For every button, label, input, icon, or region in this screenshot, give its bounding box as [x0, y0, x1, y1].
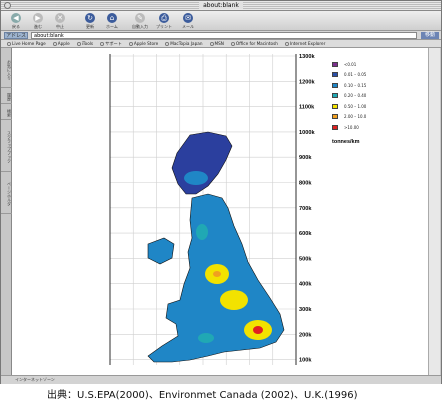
legend-item: 0.50 – 1.00 — [332, 101, 422, 112]
y-axis-label: 600k — [299, 231, 312, 237]
autofill-icon: ✎ — [135, 13, 145, 23]
back-arrow-icon: ◀ — [11, 13, 21, 23]
stop-button[interactable]: ✕ 中止 — [49, 12, 71, 30]
vertical-scrollbar[interactable] — [428, 48, 440, 375]
globe-icon — [284, 41, 289, 46]
tab-favorites[interactable]: お気に入り — [1, 52, 12, 88]
window-title: about:blank — [199, 2, 243, 9]
globe-icon — [209, 41, 214, 46]
legend-unit: tonnes/km — [332, 138, 360, 145]
tab-search[interactable]: 検索 — [1, 106, 12, 120]
legend-swatch — [332, 93, 338, 99]
y-axis-label: 300k — [299, 307, 312, 313]
forward-arrow-icon: ▶ — [33, 13, 43, 23]
globe-icon — [128, 41, 133, 46]
title-bar: about:blank — [1, 1, 441, 11]
legend-item: 2.00 – 10.0 — [332, 112, 422, 123]
y-axis-label: 900k — [299, 155, 312, 161]
globe-icon — [7, 41, 11, 46]
favorite-item[interactable]: Office for Macintosh — [230, 40, 278, 47]
refresh-icon: ↻ — [85, 13, 95, 23]
address-input[interactable] — [31, 32, 417, 39]
tab-scrapbook[interactable]: スクラップブック — [1, 122, 12, 172]
tab-page-holder[interactable]: ページホルダ — [1, 174, 12, 214]
globe-icon — [230, 41, 235, 46]
y-axis-label: 1100k — [299, 105, 315, 111]
go-button[interactable]: 移動 — [421, 32, 439, 39]
favorite-item[interactable]: Apple Store — [128, 40, 158, 47]
source-caption: 出典：U.S.EPA(2000)、Environmet Canada (2002… — [47, 390, 358, 401]
print-icon: ⎙ — [159, 13, 169, 23]
page-content: 1300k 1200k 1100k 1000k 900k 800k 700k 600k 500k… — [12, 48, 440, 375]
explorer-bar-tabs: お気に入り 履歴 検索 スクラップブック ページホルダ — [1, 48, 12, 375]
status-bar: インターネットゾーン — [1, 375, 441, 384]
favorite-item[interactable]: MacTopia Japan — [165, 40, 203, 47]
home-icon: ⌂ — [107, 13, 117, 23]
legend-item: >10.00 — [332, 122, 422, 133]
globe-icon — [52, 41, 57, 46]
home-button[interactable]: ⌂ ホーム — [101, 12, 123, 30]
favorite-item[interactable]: Internet Explorer — [284, 40, 325, 47]
legend-item: 0.10 – 0.15 — [332, 80, 422, 91]
legend-swatch — [332, 82, 338, 88]
toolbar: ◀ 戻る ▶ 進む ✕ 中止 ↻ 更新 ⌂ ホーム ✎ 自動入力 ⎙ プリント ✉ メール — [1, 11, 441, 31]
y-axis-label: 1300k — [299, 54, 315, 60]
legend-swatch — [332, 72, 338, 78]
legend-swatch — [332, 114, 338, 120]
y-axis-label: 1000k — [299, 130, 315, 136]
refresh-button[interactable]: ↻ 更新 — [79, 12, 101, 30]
globe-icon — [100, 41, 105, 46]
uk-mainland — [171, 131, 233, 195]
legend-swatch — [332, 61, 338, 67]
stop-icon: ✕ — [55, 13, 65, 23]
y-axis-label: 800k — [299, 181, 312, 187]
back-button[interactable]: ◀ 戻る — [5, 12, 27, 30]
y-axis-label: 500k — [299, 256, 312, 262]
browser-window: about:blank ◀ 戻る ▶ 進む ✕ 中止 ↻ 更新 ⌂ ホーム ✎ 自動入力 ⎙… — [0, 0, 442, 384]
forward-button[interactable]: ▶ 進む — [27, 12, 49, 30]
legend-swatch — [332, 124, 338, 130]
uk-northern-ireland — [147, 237, 175, 265]
print-button[interactable]: ⎙ プリント — [153, 12, 175, 30]
favorite-item[interactable]: Apple — [52, 40, 70, 47]
address-label: アドレス — [4, 32, 28, 39]
mail-button[interactable]: ✉ メール — [177, 12, 199, 30]
favorite-item[interactable]: サポート — [100, 40, 122, 47]
legend-item: <0.01 — [332, 59, 422, 70]
favorite-item[interactable]: iTools — [76, 40, 93, 47]
tab-history[interactable]: 履歴 — [1, 90, 12, 104]
y-axis-label: 400k — [299, 282, 312, 288]
favorite-item[interactable]: Live Home Page — [7, 40, 46, 47]
map-legend: <0.01 0.01 – 0.05 0.10 – 0.15 0.20 – 0.4… — [332, 59, 422, 145]
y-axis-label: 200k — [299, 332, 312, 338]
y-axis-label: 1200k — [299, 79, 315, 85]
globe-icon — [165, 41, 170, 46]
autofill-button[interactable]: ✎ 自動入力 — [129, 12, 151, 30]
y-axis-label: 700k — [299, 206, 312, 212]
favorite-item[interactable]: MSN — [209, 40, 224, 47]
globe-icon — [76, 41, 81, 46]
legend-item: 0.20 – 0.40 — [332, 91, 422, 102]
mail-icon: ✉ — [183, 13, 193, 23]
legend-item: 0.01 – 0.05 — [332, 70, 422, 81]
legend-swatch — [332, 103, 338, 109]
favorites-bar: Live Home Page Apple iTools サポート Apple S… — [1, 40, 441, 48]
y-axis-label: 100k — [299, 358, 312, 364]
